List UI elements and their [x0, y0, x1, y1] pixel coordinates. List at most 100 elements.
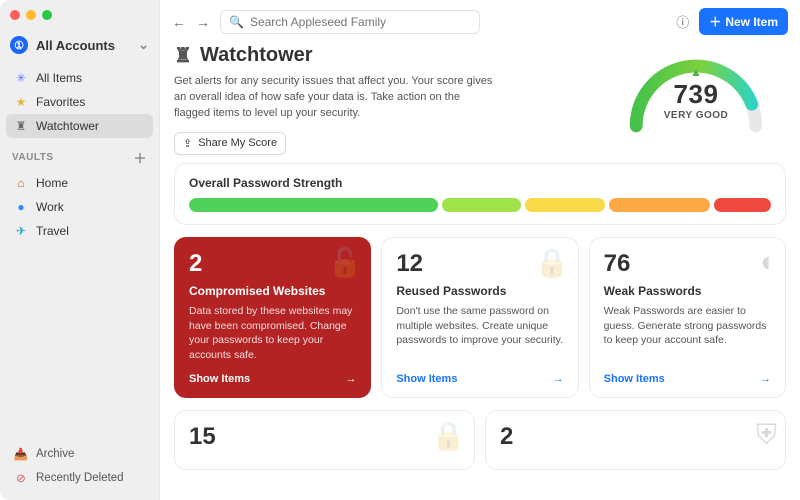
window-controls	[0, 6, 159, 30]
share-label: Share My Score	[198, 137, 277, 149]
main-pane: ← → 🔍 ⓘ ＋ New Item ♜ Watchtower Get	[160, 0, 800, 500]
link-label: Show Items	[604, 373, 665, 385]
stat-count: 2	[500, 423, 771, 451]
stat-card-weak-passwords: ◐76 Weak Passwords Weak Passwords are easi…	[589, 237, 786, 398]
strength-segment	[525, 198, 604, 212]
chevron-down-icon: ⌄	[138, 37, 149, 53]
nav-item-watchtower-label: Watchtower	[36, 119, 99, 133]
vault-item-work-label: Work	[36, 200, 64, 214]
vault-item-travel-label: Travel	[36, 224, 69, 238]
stat-desc: Weak Passwords are easier to guess. Gene…	[604, 304, 771, 363]
zoom-window-button[interactable]	[42, 10, 52, 20]
score-gauge: ▲ 739 VERY GOOD	[606, 43, 786, 135]
account-label: All Accounts	[36, 38, 115, 53]
stat-count: 15	[189, 423, 460, 451]
strength-segment	[714, 198, 771, 212]
password-strength-card: Overall Password Strength	[174, 163, 786, 225]
bottom-item-recently-deleted-icon: ⊘	[14, 471, 28, 485]
gauge-score: 739	[621, 79, 771, 110]
share-score-button[interactable]: ⇪ Share My Score	[174, 132, 286, 155]
vault-item-travel[interactable]: ✈ Travel	[6, 219, 153, 243]
sidebar: ① All Accounts ⌄ ✳︎ All Items ★ Favorites ♜ W…	[0, 0, 160, 500]
search-input[interactable]	[250, 15, 471, 29]
strength-segment	[442, 198, 521, 212]
arrow-right-icon: →	[553, 373, 564, 385]
vaults-header: VAULTS ＋	[0, 138, 159, 171]
close-window-button[interactable]	[10, 10, 20, 20]
add-vault-button[interactable]: ＋	[133, 148, 147, 167]
new-item-button[interactable]: ＋ New Item	[699, 8, 788, 35]
nav-primary: ✳︎ All Items ★ Favorites ♜ Watchtower	[0, 66, 159, 138]
stat-cards-row2: 🔒15⛨2	[174, 410, 786, 470]
nav-item-all-items[interactable]: ✳︎ All Items	[6, 66, 153, 90]
vault-item-work-icon: ●	[14, 200, 28, 214]
watchtower-icon: ♜	[174, 43, 192, 68]
nav-vaults: ⌂ Home ● Work ✈ Travel	[0, 171, 159, 243]
vaults-label: VAULTS	[12, 152, 54, 163]
minimize-window-button[interactable]	[26, 10, 36, 20]
gauge-icon: ◐	[760, 246, 777, 278]
search-field[interactable]: 🔍	[220, 10, 480, 34]
show-items-link[interactable]: Show Items →	[189, 373, 356, 385]
nav-item-all-items-icon: ✳︎	[14, 71, 28, 85]
bottom-item-archive[interactable]: 📥 Archive	[6, 442, 153, 466]
show-items-link[interactable]: Show Items →	[604, 373, 771, 385]
help-button[interactable]: ⓘ	[676, 12, 689, 31]
stat-title: Compromised Websites	[189, 284, 356, 298]
stat-card-reused-passwords: 🔒12Reused PasswordsDon't use the same pa…	[381, 237, 578, 398]
vault-item-home[interactable]: ⌂ Home	[6, 171, 153, 195]
unlock-icon: 🔓	[327, 246, 362, 279]
nav-item-favorites[interactable]: ★ Favorites	[6, 90, 153, 114]
stat-cards: 🔓2Compromised WebsitesData stored by the…	[174, 237, 786, 398]
stat-card-partial: ⛨2	[485, 410, 786, 470]
bottom-item-recently-deleted[interactable]: ⊘ Recently Deleted	[6, 466, 153, 490]
shield-icon: ⛨	[756, 419, 777, 452]
nav-item-favorites-label: Favorites	[36, 95, 85, 109]
strength-title: Overall Password Strength	[189, 176, 771, 190]
share-icon: ⇪	[183, 137, 192, 150]
stat-desc: Don't use the same password on multiple …	[396, 304, 563, 363]
page-title-row: ♜ Watchtower	[174, 43, 590, 68]
vault-item-home-icon: ⌂	[14, 176, 28, 190]
app-logo-icon: ①	[10, 36, 28, 54]
plus-icon: ＋	[709, 13, 721, 30]
lock-icon: 🔒	[431, 419, 466, 452]
gauge-trend-up-icon: ▲	[621, 65, 771, 79]
page-description: Get alerts for any security issues that …	[174, 74, 494, 122]
nav-item-watchtower[interactable]: ♜ Watchtower	[6, 114, 153, 138]
nav-item-watchtower-icon: ♜	[14, 119, 28, 133]
arrow-right-icon: →	[345, 373, 356, 385]
lock-icon: 🔒	[535, 246, 570, 279]
stat-desc: Data stored by these websites may have b…	[189, 304, 356, 363]
search-icon: 🔍	[229, 15, 244, 29]
vault-item-home-label: Home	[36, 176, 68, 190]
account-switcher[interactable]: ① All Accounts ⌄	[0, 30, 159, 66]
app-window: ① All Accounts ⌄ ✳︎ All Items ★ Favorites ♜ W…	[0, 0, 800, 500]
link-label: Show Items	[396, 373, 457, 385]
stat-title: Weak Passwords	[604, 284, 771, 298]
bottom-item-archive-icon: 📥	[14, 447, 28, 461]
gauge-rating: VERY GOOD	[621, 110, 771, 121]
vault-item-work[interactable]: ● Work	[6, 195, 153, 219]
back-button[interactable]: ←	[172, 14, 186, 30]
toolbar: ← → 🔍 ⓘ ＋ New Item	[160, 0, 800, 43]
strength-segment	[609, 198, 711, 212]
strength-bar	[189, 198, 771, 212]
stat-card-partial: 🔒15	[174, 410, 475, 470]
vault-item-travel-icon: ✈	[14, 224, 28, 238]
nav-item-all-items-label: All Items	[36, 71, 82, 85]
stat-title: Reused Passwords	[396, 284, 563, 298]
bottom-item-recently-deleted-label: Recently Deleted	[36, 472, 124, 484]
bottom-item-archive-label: Archive	[36, 448, 74, 460]
new-item-label: New Item	[725, 15, 778, 29]
content: ♜ Watchtower Get alerts for any security…	[160, 43, 800, 484]
link-label: Show Items	[189, 373, 250, 385]
stat-card-compromised-websites: 🔓2Compromised WebsitesData stored by the…	[174, 237, 371, 398]
stat-count: 76	[604, 250, 771, 278]
show-items-link[interactable]: Show Items →	[396, 373, 563, 385]
sidebar-bottom: 📥 Archive ⊘ Recently Deleted	[0, 442, 159, 500]
page-title: Watchtower	[200, 44, 313, 67]
arrow-right-icon: →	[760, 373, 771, 385]
forward-button[interactable]: →	[196, 14, 210, 30]
nav-item-favorites-icon: ★	[14, 95, 28, 109]
